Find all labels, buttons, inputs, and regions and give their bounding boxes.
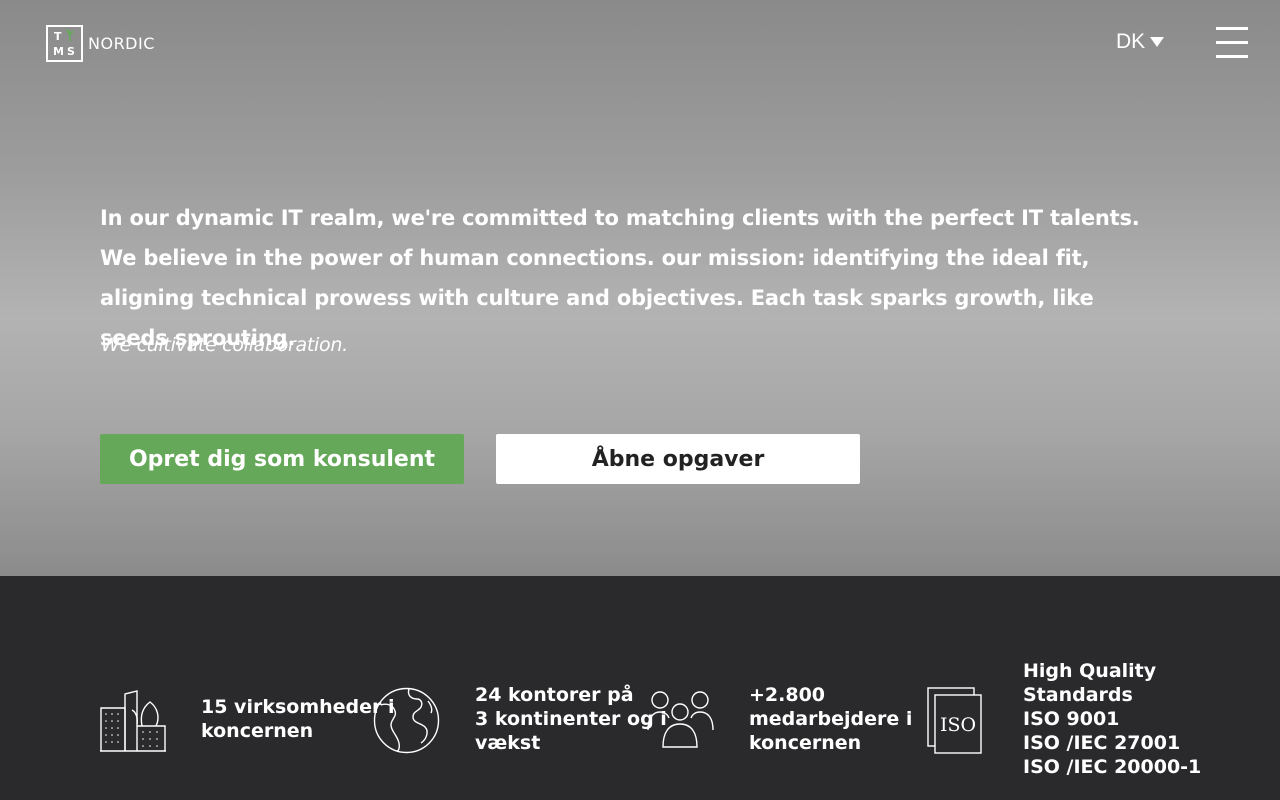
stat-offices: 24 kontorer på 3 kontinenter og i vækst <box>475 684 667 754</box>
buildings-icon <box>100 690 166 752</box>
caret-down-icon <box>1150 37 1165 47</box>
logo[interactable]: T M S NORDIC <box>46 25 155 62</box>
stat-quality-standards: High Quality Standards ISO 9001 ISO /IEC… <box>1023 660 1202 778</box>
stats-bar: 15 virksomheder i koncernen 24 kontorer … <box>0 576 1280 800</box>
leaf-icon <box>66 29 74 41</box>
language-selector[interactable]: DK <box>1116 30 1165 54</box>
people-icon <box>647 691 714 748</box>
hero-tagline: We cultivate collaboration. <box>101 334 348 356</box>
logo-text: NORDIC <box>88 34 155 53</box>
logo-letter-s: S <box>67 45 75 58</box>
svg-text:ISO: ISO <box>940 714 976 736</box>
hamburger-icon[interactable] <box>1216 27 1248 61</box>
stat-employees: +2.800 medarbejdere i koncernen <box>749 684 913 754</box>
logo-letter-t: T <box>54 30 62 43</box>
hero-section: T M S NORDIC DK In our dynamic IT realm,… <box>0 0 1280 576</box>
iso-certificate-icon: ISO <box>927 687 982 754</box>
stat-companies: 15 virksomheder i koncernen <box>201 696 395 742</box>
open-tasks-button[interactable]: Åbne opgaver <box>496 434 860 484</box>
logo-letter-m: M <box>53 45 64 58</box>
register-consultant-button[interactable]: Opret dig som konsulent <box>100 434 464 484</box>
globe-icon <box>373 687 440 754</box>
language-label: DK <box>1116 30 1146 53</box>
logo-mark: T M S <box>46 25 83 62</box>
